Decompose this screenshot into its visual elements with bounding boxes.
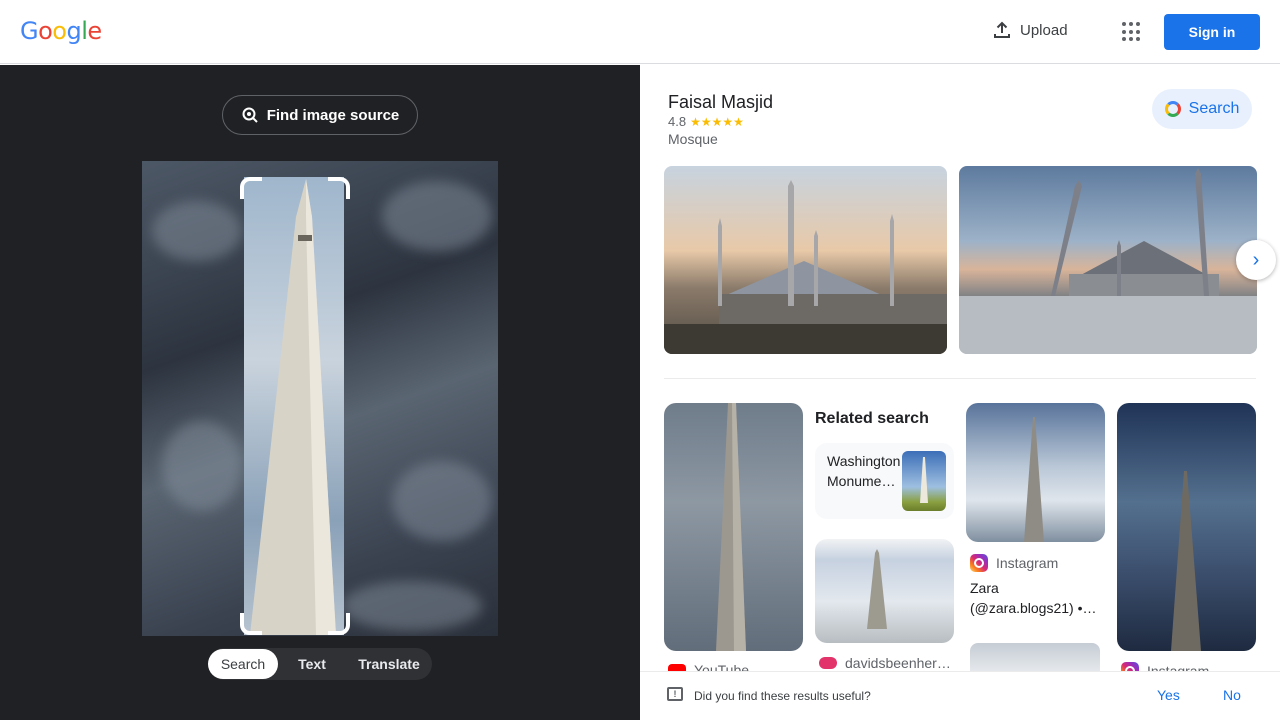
related-search-card[interactable]: Washington Monume… [815, 443, 954, 519]
logo-letter: e [87, 17, 102, 45]
entity-type: Mosque [668, 131, 718, 147]
instagram-icon [970, 554, 988, 572]
tab-text[interactable]: Text [278, 649, 346, 679]
visual-match-image[interactable] [815, 539, 954, 643]
feedback-icon: ! [667, 687, 683, 701]
spire-shape [1171, 471, 1201, 651]
crop-handle-bottom-right[interactable] [328, 613, 350, 635]
entity-photo[interactable] [959, 166, 1257, 354]
spire-shape [716, 403, 746, 651]
minaret-shape [250, 179, 336, 635]
feedback-question: Did you find these results useful? [694, 689, 871, 703]
top-header: Google Upload Sign in [0, 0, 1280, 64]
find-image-source-button[interactable]: Find image source [222, 95, 418, 135]
tab-translate[interactable]: Translate [346, 649, 432, 679]
mosque-illustration [959, 168, 1257, 354]
google-g-icon [1164, 101, 1181, 117]
find-image-source-label: Find image source [266, 106, 400, 124]
image-search-icon [242, 107, 258, 123]
related-search-thumbnail [902, 451, 946, 511]
entity-search-label: Search [1188, 100, 1240, 117]
feedback-yes-button[interactable]: Yes [1157, 687, 1180, 703]
related-search-heading: Related search [815, 410, 929, 427]
crop-handle-top-left[interactable] [240, 177, 262, 199]
apps-grid-icon[interactable] [1122, 22, 1142, 42]
visual-match-image[interactable] [970, 643, 1100, 673]
result-source[interactable]: Instagram [970, 554, 1058, 572]
entity-search-button[interactable]: Search [1152, 89, 1252, 129]
entity-title[interactable]: Faisal Masjid [668, 92, 773, 113]
entity-photo[interactable] [664, 166, 947, 354]
result-caption[interactable]: Zara (@zara.blogs21) •… [970, 578, 1100, 618]
site-favicon-icon [819, 657, 837, 669]
google-logo[interactable]: Google [20, 17, 102, 45]
feedback-no-button[interactable]: No [1223, 687, 1241, 703]
upload-icon [994, 21, 1010, 38]
source-name: Instagram [996, 555, 1059, 571]
entity-rating: 4.8 ★★★★★ [668, 114, 744, 129]
results-panel: Faisal Masjid 4.8 ★★★★★ Mosque Search › [640, 65, 1280, 720]
upload-label: Upload [1020, 21, 1068, 39]
mosque-illustration [664, 180, 947, 354]
rating-stars-icon: ★★★★★ [690, 114, 744, 129]
visual-match-image[interactable] [664, 403, 803, 651]
logo-letter: o [52, 17, 67, 45]
query-image-panel: Find image source Search Text Translate [0, 65, 640, 720]
sign-in-button[interactable]: Sign in [1164, 14, 1260, 50]
feedback-bar: ! Did you find these results useful? Yes… [640, 671, 1280, 720]
crop-handle-bottom-left[interactable] [240, 613, 262, 635]
spire-shape [867, 549, 887, 629]
tab-search[interactable]: Search [208, 649, 278, 679]
upload-button[interactable]: Upload [992, 20, 1068, 40]
crop-selection[interactable] [244, 177, 344, 635]
crop-handle-top-right[interactable] [328, 177, 350, 199]
related-search-text: Washington Monume… [827, 453, 901, 489]
spire-shape [1024, 417, 1044, 542]
lens-mode-tabs: Search Text Translate [208, 648, 432, 680]
carousel-next-chevron-icon[interactable]: › [1236, 240, 1276, 280]
visual-match-image[interactable] [1117, 403, 1256, 651]
query-image [142, 161, 498, 636]
logo-letter: G [20, 17, 39, 45]
logo-letter: o [38, 17, 53, 45]
visual-match-image[interactable] [966, 403, 1105, 542]
rating-value: 4.8 [668, 114, 687, 129]
logo-letter: g [66, 17, 82, 45]
result-source[interactable]: davidsbeenher… [819, 655, 951, 671]
section-divider [664, 378, 1256, 379]
source-name: davidsbeenher… [845, 655, 951, 671]
